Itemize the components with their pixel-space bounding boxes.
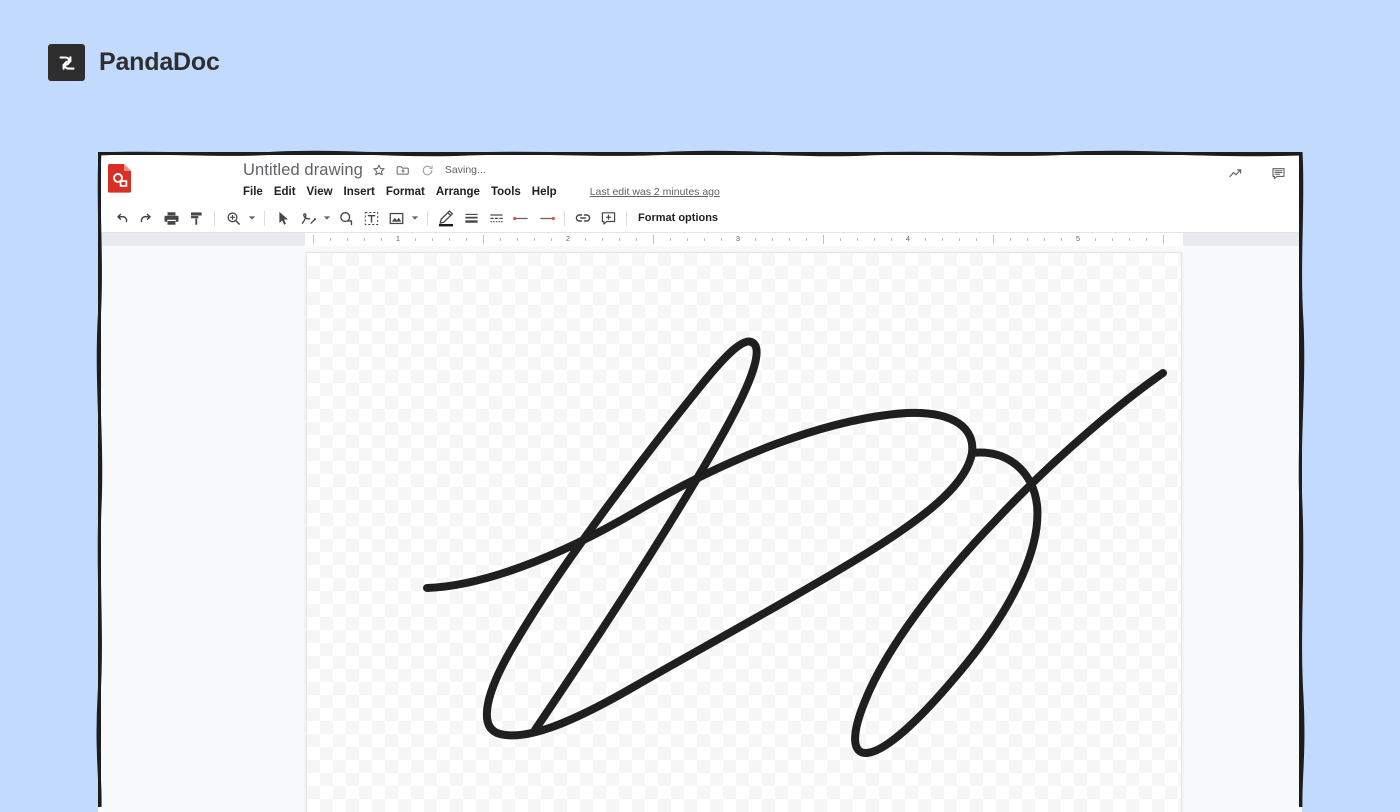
toolbar-divider — [264, 210, 265, 226]
undo-icon[interactable] — [110, 207, 132, 229]
toolbar: Format options — [98, 204, 1302, 232]
title-row: Untitled drawing Saving... — [243, 160, 720, 180]
menu-bar: File Edit View Insert Format Arrange Too… — [243, 183, 720, 201]
pandadoc-logo-icon — [48, 44, 85, 81]
toolbar-divider — [427, 210, 428, 226]
move-to-folder-icon[interactable] — [396, 163, 411, 178]
shape-tool-icon[interactable] — [335, 207, 357, 229]
menu-arrange[interactable]: Arrange — [436, 186, 488, 198]
document-title[interactable]: Untitled drawing — [243, 161, 363, 180]
google-drawings-window: Untitled drawing Saving... File Edit Vie… — [98, 152, 1302, 812]
menu-tools[interactable]: Tools — [491, 186, 529, 198]
window-border-top — [98, 152, 1302, 155]
title-and-menus: Untitled drawing Saving... File Edit Vie… — [243, 160, 720, 201]
pandadoc-brand: PandaDoc — [48, 44, 220, 81]
line-start-icon[interactable] — [510, 207, 532, 229]
menu-edit[interactable]: Edit — [274, 186, 304, 198]
line-tool-icon[interactable] — [297, 207, 319, 229]
menu-view[interactable]: View — [307, 186, 341, 198]
line-weight-icon[interactable] — [460, 207, 482, 229]
menu-insert[interactable]: Insert — [344, 186, 383, 198]
header-right-actions — [1228, 166, 1286, 181]
insert-link-icon[interactable] — [572, 207, 594, 229]
pandadoc-wordmark: PandaDoc — [99, 48, 220, 76]
toolbar-divider — [214, 210, 215, 226]
activity-dashboard-icon[interactable] — [1228, 166, 1243, 181]
window-border-right — [1299, 152, 1302, 807]
redo-icon[interactable] — [135, 207, 157, 229]
menu-file[interactable]: File — [243, 186, 271, 198]
line-dash-icon[interactable] — [485, 207, 507, 229]
select-arrow-icon[interactable] — [272, 207, 294, 229]
ruler-number: 4 — [905, 234, 911, 243]
line-color-icon[interactable] — [435, 207, 457, 229]
image-dropdown-caret-icon[interactable] — [410, 207, 419, 229]
line-dropdown-caret-icon[interactable] — [322, 207, 331, 229]
handwritten-signature[interactable] — [307, 253, 1183, 812]
ruler-number: 2 — [565, 234, 571, 243]
add-comment-icon[interactable] — [597, 207, 619, 229]
horizontal-ruler[interactable]: 1 2 3 4 5 — [98, 232, 1302, 246]
app-header: Untitled drawing Saving... File Edit Vie… — [98, 152, 1302, 204]
menu-format[interactable]: Format — [386, 186, 433, 198]
image-tool-icon[interactable] — [385, 207, 407, 229]
ruler-number: 3 — [735, 234, 741, 243]
ruler-number: 5 — [1075, 234, 1081, 243]
star-icon[interactable] — [372, 163, 387, 178]
ruler-overflow — [1183, 233, 1302, 246]
saving-spinner-icon — [420, 163, 435, 178]
ruler-track: 1 2 3 4 5 — [305, 233, 1183, 246]
drawing-workspace[interactable] — [98, 246, 1302, 812]
last-edit-link[interactable]: Last edit was 2 minutes ago — [590, 186, 720, 198]
line-end-icon[interactable] — [535, 207, 557, 229]
menu-help[interactable]: Help — [532, 186, 565, 198]
print-icon[interactable] — [160, 207, 182, 229]
google-drawings-file-icon — [107, 163, 133, 193]
saving-status: Saving... — [444, 164, 486, 176]
ruler-number: 1 — [395, 234, 401, 243]
toolbar-divider — [626, 210, 627, 226]
zoom-icon[interactable] — [222, 207, 244, 229]
format-options-button[interactable]: Format options — [638, 212, 718, 224]
zoom-dropdown-caret-icon[interactable] — [247, 207, 256, 229]
comment-history-icon[interactable] — [1271, 166, 1286, 181]
paint-format-icon[interactable] — [185, 207, 207, 229]
window-border-left — [98, 152, 101, 807]
drawing-canvas[interactable] — [306, 252, 1182, 812]
toolbar-divider — [564, 210, 565, 226]
text-box-icon[interactable] — [360, 207, 382, 229]
